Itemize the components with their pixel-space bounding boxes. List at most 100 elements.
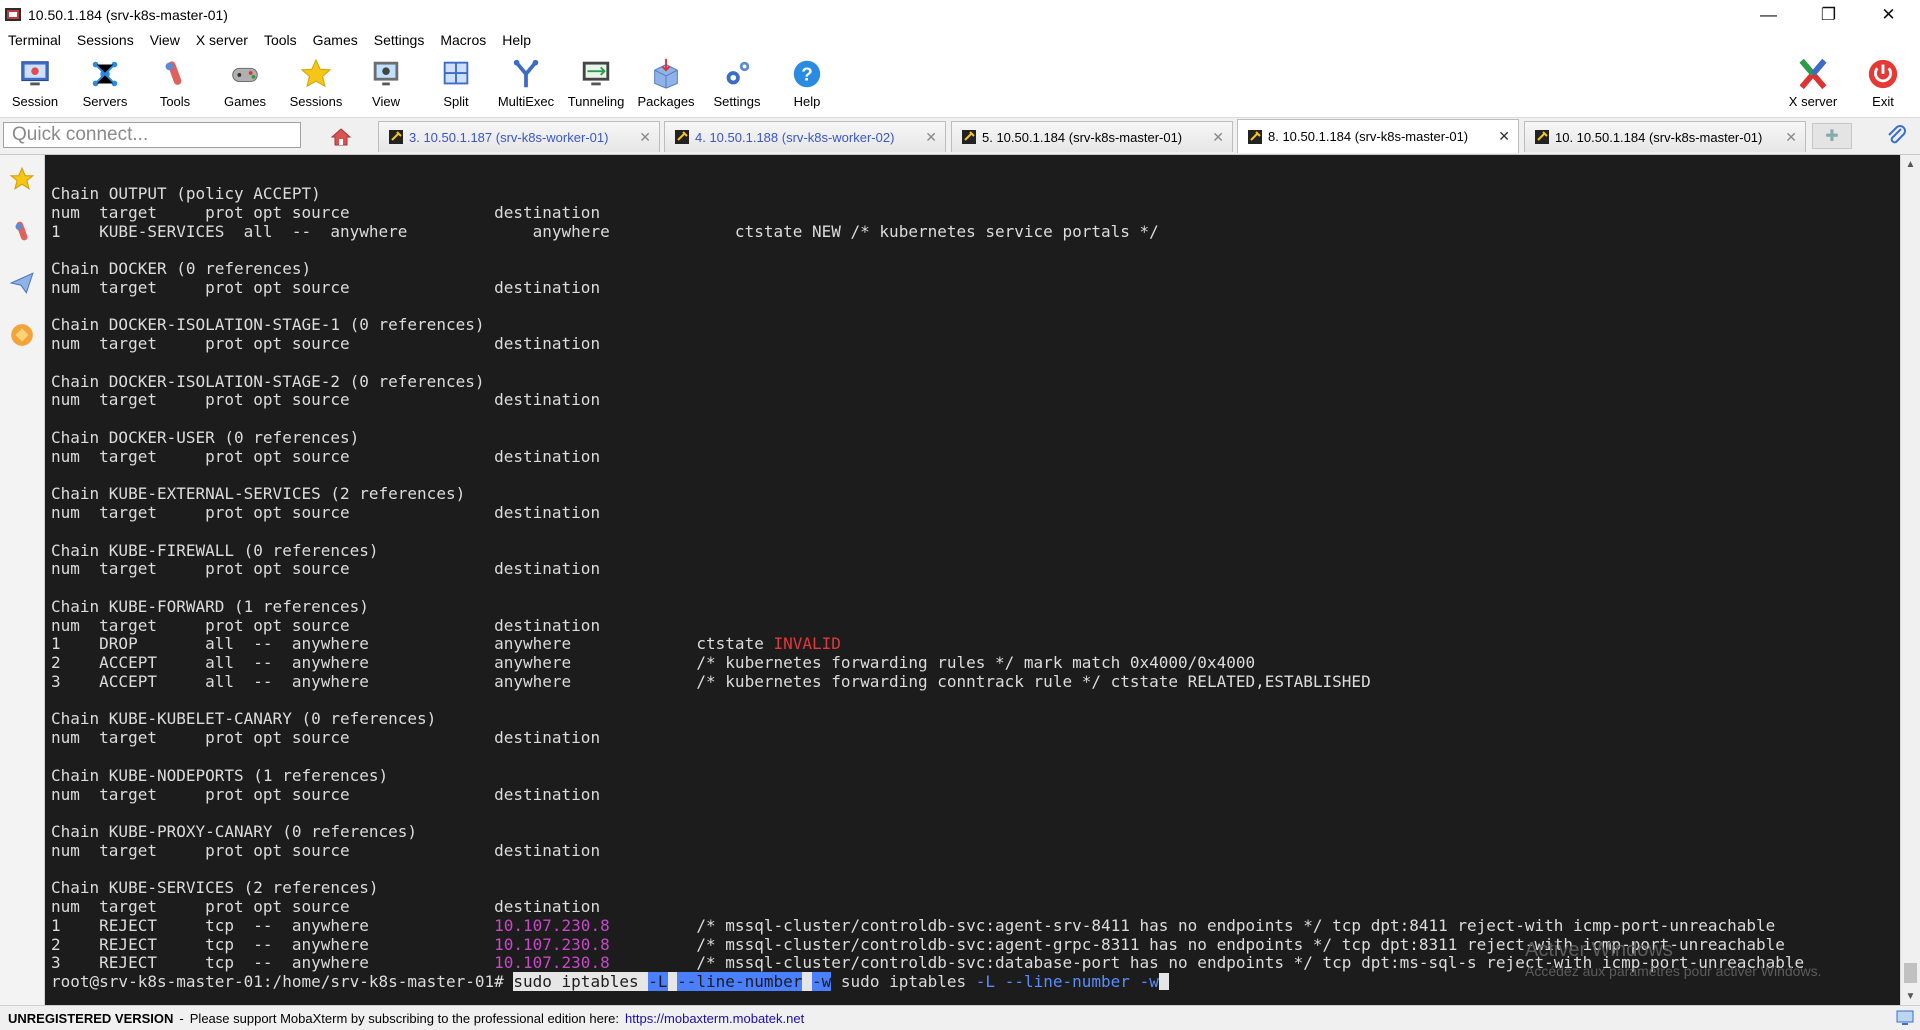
terminal-line: 1 DROP all -- anywhere anywhere ctstate … <box>51 634 1804 654</box>
servers-icon <box>87 56 123 92</box>
terminal-view[interactable]: Chain OUTPUT (policy ACCEPT) num target p… <box>45 155 1900 1005</box>
toolbar-session-button[interactable]: Session <box>0 56 70 114</box>
terminal-line: num target prot opt source destination <box>51 785 1804 805</box>
toolbar-servers-button[interactable]: Servers <box>70 56 140 114</box>
attachment-icon[interactable] <box>1885 125 1909 149</box>
menu-x-server[interactable]: X server <box>188 32 256 48</box>
terminal-line: Chain KUBE-PROXY-CANARY (0 references) <box>51 822 1804 842</box>
terminal-line: Chain KUBE-KUBELET-CANARY (0 references) <box>51 710 1804 729</box>
close-tab-icon[interactable]: ✕ <box>1498 128 1510 145</box>
close-window-button[interactable]: ✕ <box>1860 0 1917 29</box>
monitor-status-icon[interactable] <box>1896 1010 1914 1026</box>
close-tab-icon[interactable]: ✕ <box>1212 129 1224 146</box>
home-tab[interactable] <box>318 122 364 152</box>
close-tab-icon[interactable]: ✕ <box>639 129 651 146</box>
session-tab-label: 3. 10.50.1.187 (srv-k8s-worker-01) <box>409 129 609 145</box>
terminal-text: Chain DOCKER-ISOLATION-STAGE-2 (0 refere… <box>51 371 485 391</box>
toolbar-label: Games <box>224 94 266 109</box>
star-icon <box>9 166 35 190</box>
terminal-text: -w <box>812 972 832 992</box>
terminal-text: Chain KUBE-KUBELET-CANARY (0 references) <box>51 709 437 729</box>
terminal-text <box>802 972 813 992</box>
toolbar-exit-button[interactable]: Exit <box>1848 56 1918 114</box>
terminal-text: num target prot opt source destination <box>51 334 601 354</box>
toolbar-view-button[interactable]: View <box>351 56 421 114</box>
toolbar-help-button[interactable]: ? Help <box>772 56 842 114</box>
home-icon <box>330 128 352 146</box>
mobaxterm-website-link[interactable]: https://mobaxterm.mobatek.net <box>625 1011 804 1026</box>
activation-watermark-subtitle: Accédez aux paramètres pour activer Wind… <box>1525 963 1822 979</box>
session-tab-label: 8. 10.50.1.184 (srv-k8s-master-01) <box>1268 129 1469 144</box>
menu-tools[interactable]: Tools <box>256 32 305 48</box>
toolbar-tunneling-button[interactable]: Tunneling <box>561 56 631 114</box>
quick-connect-input[interactable] <box>3 122 301 148</box>
menu-sessions[interactable]: Sessions <box>69 32 142 48</box>
packages-icon <box>648 56 684 92</box>
close-tab-icon[interactable]: ✕ <box>1785 129 1797 146</box>
gears-icon <box>719 56 755 92</box>
restore-button[interactable]: ❐ <box>1800 0 1857 29</box>
terminal-text: Chain KUBE-FIREWALL (0 references) <box>51 540 379 560</box>
ssh-tool-icon <box>962 130 976 144</box>
terminal-text: 3 ACCEPT all -- anywhere anywhere /* kub… <box>51 671 1371 691</box>
toolbar-label: Tools <box>159 94 191 109</box>
toolbar-games-button[interactable]: Games <box>210 56 280 114</box>
menu-terminal[interactable]: Terminal <box>0 32 69 48</box>
scroll-thumb[interactable] <box>1904 963 1917 983</box>
new-tab-button[interactable]: ✚ <box>1812 123 1852 149</box>
session-tab[interactable]: 3. 10.50.1.187 (srv-k8s-worker-01) ✕ <box>378 121 660 152</box>
menu-games[interactable]: Games <box>305 32 366 48</box>
sidebar-sessions-button[interactable] <box>4 159 40 199</box>
activation-watermark-title: Activer Windows <box>1525 939 1673 961</box>
toolbar-x-server-button[interactable]: X server <box>1778 56 1848 114</box>
sidebar-send-button[interactable] <box>4 263 40 303</box>
left-sidebar <box>0 155 45 1005</box>
toolbar-tools-button[interactable]: Tools <box>140 56 210 114</box>
close-tab-icon[interactable]: ✕ <box>925 129 937 146</box>
session-tab[interactable]: 10. 10.50.1.184 (srv-k8s-master-01) ✕ <box>1524 121 1806 152</box>
session-tab-label: 10. 10.50.1.184 (srv-k8s-master-01) <box>1555 129 1763 145</box>
minimize-button[interactable]: — <box>1740 0 1797 29</box>
toolbar-multiexec-button[interactable]: MultiExec <box>491 56 561 114</box>
terminal-text: num target prot opt source destination <box>51 503 601 523</box>
toolbar-label: MultiExec <box>497 94 555 109</box>
toolbar-label: Sessions <box>289 94 343 109</box>
menu-view[interactable]: View <box>142 32 188 48</box>
tunneling-icon <box>578 56 614 92</box>
split-icon <box>438 56 474 92</box>
terminal-text: 2 REJECT tcp -- anywhere <box>51 934 495 954</box>
terminal-text: num target prot opt source destination <box>51 202 601 222</box>
sidebar-tools-button[interactable] <box>4 211 40 251</box>
toolbar-settings-button[interactable]: Settings <box>702 56 772 114</box>
toolbar-sessions-button[interactable]: Sessions <box>281 56 351 114</box>
session-tab[interactable]: 8. 10.50.1.184 (srv-k8s-master-01) ✕ <box>1237 119 1519 153</box>
menu-settings[interactable]: Settings <box>366 32 433 48</box>
terminal-line: Chain DOCKER-ISOLATION-STAGE-2 (0 refere… <box>51 371 1804 392</box>
terminal-text <box>667 972 678 992</box>
terminal-text: 1 REJECT tcp -- anywhere <box>51 915 495 935</box>
menu-macros[interactable]: Macros <box>432 32 494 48</box>
sidebar-macros-button[interactable] <box>4 315 40 355</box>
terminal-line: 3 ACCEPT all -- anywhere anywhere /* kub… <box>51 671 1804 692</box>
terminal-line: Chain KUBE-SERVICES (2 references) <box>51 878 1804 898</box>
scroll-up-arrow-icon[interactable]: ▲ <box>1901 155 1920 173</box>
toolbar-label: Servers <box>82 94 128 109</box>
help-icon: ? <box>789 56 825 92</box>
terminal-line: Chain KUBE-FORWARD (1 references) <box>51 597 1804 617</box>
terminal-line: num target prot opt source destination <box>51 278 1804 298</box>
session-tab[interactable]: 4. 10.50.1.188 (srv-k8s-worker-02) ✕ <box>664 121 946 152</box>
scroll-down-arrow-icon[interactable]: ▼ <box>1901 987 1920 1005</box>
terminal-line: num target prot opt source destination <box>51 334 1804 354</box>
menu-help[interactable]: Help <box>494 32 539 48</box>
macro-icon <box>11 324 33 346</box>
terminal-scrollbar[interactable]: ▲ ▼ <box>1900 155 1920 1005</box>
toolbar-packages-button[interactable]: Packages <box>631 56 701 114</box>
toolbar-label: Tunneling <box>567 94 625 109</box>
toolbar-split-button[interactable]: Split <box>421 56 491 114</box>
session-tab[interactable]: 5. 10.50.1.184 (srv-k8s-master-01) ✕ <box>951 121 1233 152</box>
